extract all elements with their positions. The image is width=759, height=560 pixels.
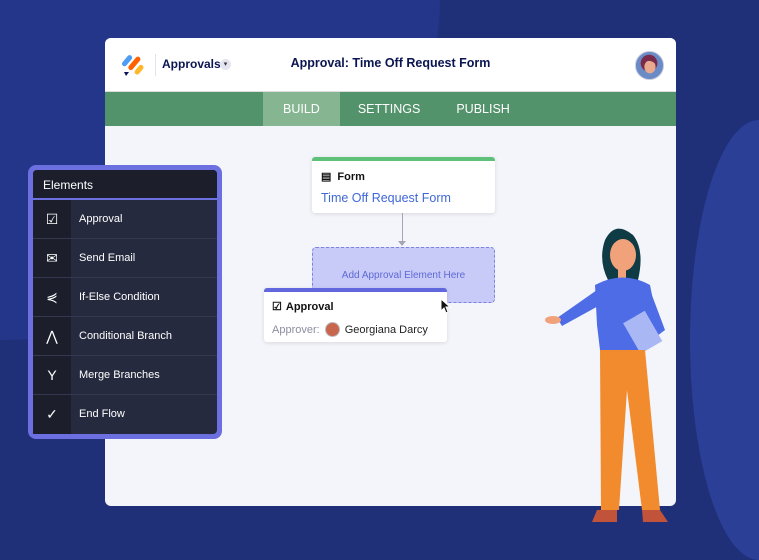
- element-label: Send Email: [79, 252, 136, 264]
- tab-settings[interactable]: SETTINGS: [340, 92, 439, 126]
- element-label: Merge Branches: [79, 369, 160, 381]
- approval-icon: ☑: [33, 200, 71, 238]
- elements-panel: Elements ☑ Approval ✉ Send Email ⋞ If-Else …: [28, 165, 222, 439]
- approver-label: Approver:: [272, 323, 320, 336]
- approval-card-dragging[interactable]: ☑ Approval Approver: Georgiana Darcy: [264, 288, 447, 342]
- element-label: If-Else Condition: [79, 291, 160, 303]
- branch-icon: ⋀: [33, 317, 71, 355]
- condition-icon: ⋞: [33, 278, 71, 316]
- background-shape: [690, 120, 759, 560]
- element-conditional-branch[interactable]: ⋀ Conditional Branch: [33, 317, 217, 356]
- approval-icon: ☑: [272, 301, 282, 313]
- woman-illustration: [545, 228, 668, 522]
- header: Approvals ▾ Approval: Time Off Request F…: [105, 38, 676, 92]
- envelope-icon: ✉: [33, 239, 71, 277]
- element-approval[interactable]: ☑ Approval: [33, 200, 217, 239]
- mouse-cursor-icon: [440, 298, 452, 314]
- approver-name: Georgiana Darcy: [344, 323, 428, 336]
- element-merge-branches[interactable]: Y Merge Branches: [33, 356, 217, 395]
- form-card-heading: Form: [337, 170, 365, 183]
- element-if-else[interactable]: ⋞ If-Else Condition: [33, 278, 217, 317]
- element-label: Conditional Branch: [79, 330, 172, 342]
- tab-publish[interactable]: PUBLISH: [438, 92, 528, 126]
- check-circle-icon: ✓: [33, 395, 71, 434]
- nav-tabs: BUILD SETTINGS PUBLISH: [105, 92, 676, 126]
- elements-title: Elements: [33, 170, 217, 200]
- element-send-email[interactable]: ✉ Send Email: [33, 239, 217, 278]
- form-card[interactable]: ▤ Form Time Off Request Form: [312, 157, 495, 213]
- merge-icon: Y: [33, 356, 71, 394]
- element-label: End Flow: [79, 408, 125, 420]
- tab-build[interactable]: BUILD: [263, 92, 340, 126]
- page-title: Approval: Time Off Request Form: [290, 56, 491, 70]
- form-icon: ▤: [321, 171, 332, 183]
- element-end-flow[interactable]: ✓ End Flow: [33, 395, 217, 434]
- approver-avatar: [324, 322, 340, 337]
- element-label: Approval: [79, 213, 123, 225]
- form-link[interactable]: Time Off Request Form: [321, 191, 451, 205]
- avatar[interactable]: [635, 51, 664, 80]
- approval-card-heading: Approval: [285, 300, 334, 313]
